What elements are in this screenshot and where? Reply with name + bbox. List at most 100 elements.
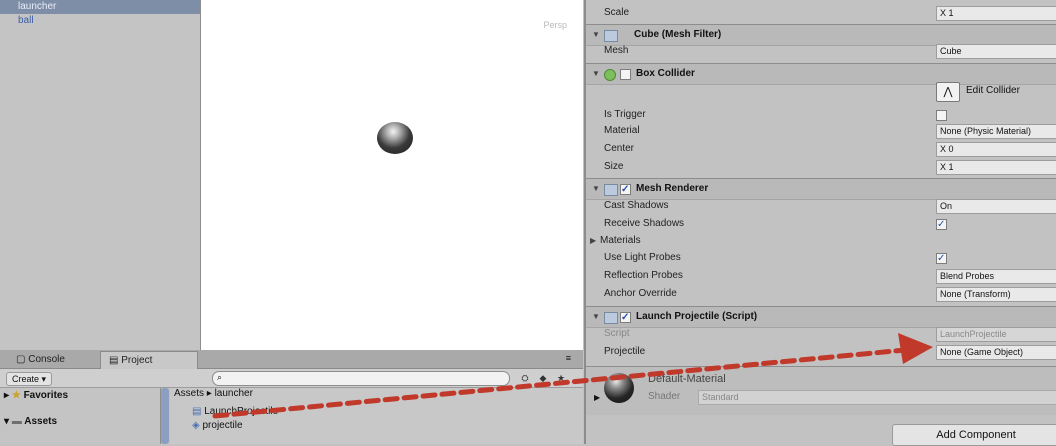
script-field: LaunchProjectile <box>936 327 1056 342</box>
anchor-override-field[interactable]: None (Transform) <box>936 287 1056 302</box>
filter-label-icon[interactable]: ◆ <box>536 372 550 384</box>
use-light-probes-label: Use Light Probes <box>604 252 681 263</box>
inspector-panel: Scale X 1 ▼ Cube (Mesh Filter) Mesh Cube… <box>584 0 1056 446</box>
scale-field[interactable]: X 1 <box>936 6 1056 21</box>
folder-icon: ▬ <box>11 416 22 427</box>
projectile-field[interactable]: None (Game Object) <box>936 345 1056 360</box>
material-section: ▶ Default-Material Shader Standard <box>586 366 1056 415</box>
mesh-row: Mesh Cube <box>586 42 1056 60</box>
reflection-probes-row: Reflection Probes Blend Probes <box>586 267 1056 285</box>
scene-persp-label[interactable]: Persp <box>543 20 567 30</box>
star-folder-icon: ★ <box>11 390 21 401</box>
project-icon: ▤ <box>109 355 119 366</box>
use-light-probes-checkbox[interactable] <box>936 250 947 268</box>
box-collider-enabled-checkbox[interactable] <box>620 69 631 80</box>
cast-shadows-dropdown[interactable]: On <box>936 199 1056 214</box>
use-light-probes-row: Use Light Probes <box>586 249 1056 268</box>
mesh-renderer-enabled-checkbox[interactable] <box>620 180 631 200</box>
scene-view[interactable]: Persp <box>201 0 583 350</box>
asset-launchprojectile-label: LaunchProjectile <box>204 406 279 417</box>
folder-scrollbar[interactable] <box>161 388 169 444</box>
anchor-override-row: Anchor Override None (Transform) <box>586 285 1056 303</box>
bottom-tab-bar: ▢ Console ▤ Project ≡ <box>0 350 583 369</box>
script-row: Script LaunchProjectile <box>586 325 1056 343</box>
foldout-icon[interactable]: ▼ <box>592 307 600 327</box>
projectile-row: Projectile None (Game Object) <box>586 343 1056 361</box>
reflection-probes-label: Reflection Probes <box>604 270 683 281</box>
asset-launchprojectile[interactable]: ▤ LaunchProjectile <box>192 406 278 417</box>
mesh-filter-icon <box>604 30 618 42</box>
foldout-icon[interactable]: ▼ <box>592 179 600 199</box>
material-name: Default-Material <box>648 373 726 385</box>
foldout-icon[interactable]: ▼ <box>592 64 600 84</box>
tab-console[interactable]: ▢ Console <box>8 351 73 368</box>
launch-projectile-enabled-checkbox[interactable] <box>620 308 631 328</box>
box-collider-title: Box Collider <box>636 68 695 79</box>
hierarchy-panel: launcher ball <box>0 0 201 350</box>
create-button[interactable]: Create ▾ <box>6 372 53 386</box>
edit-collider-control: ⋀ Edit Collider <box>936 82 1056 102</box>
scale-label: Scale <box>604 7 630 18</box>
receive-shadows-row: Receive Shadows <box>586 215 1056 234</box>
material-foldout-icon[interactable]: ▶ <box>594 393 600 402</box>
disclosure-triangle-icon[interactable]: ▾ <box>4 416 9 427</box>
project-toolbar: Create ▾ ⌕ ⛭ ◆ ★ <box>0 369 583 388</box>
edit-collider-button[interactable]: ⋀ <box>936 82 960 102</box>
hierarchy-item-launcher[interactable]: launcher <box>0 0 200 14</box>
favorite-star-icon[interactable]: ★ <box>554 372 568 384</box>
add-component-button[interactable]: Add Component <box>892 424 1056 446</box>
project-window: ▢ Console ▤ Project ≡ Create ▾ ⌕ ⛭ ◆ ★ ▸… <box>0 350 583 444</box>
project-search-input[interactable]: ⌕ <box>212 371 510 386</box>
breadcrumb[interactable]: Assets ▸ launcher <box>174 388 253 399</box>
center-row: Center X 0 <box>586 140 1056 158</box>
mesh-label: Mesh <box>604 45 629 56</box>
tab-project-label: Project <box>121 355 153 366</box>
materials-foldout-icon[interactable]: ▶ <box>590 232 596 250</box>
folder-favorites-label: Favorites <box>23 390 69 401</box>
projectile-label: Projectile <box>604 346 646 357</box>
shader-label: Shader <box>648 391 681 402</box>
is-trigger-checkbox[interactable] <box>936 110 947 121</box>
asset-projectile-label: projectile <box>202 420 243 431</box>
search-icon: ⌕ <box>217 372 223 382</box>
scale-row: Scale X 1 <box>586 4 1056 22</box>
mesh-renderer-title: Mesh Renderer <box>636 183 709 194</box>
prefab-icon: ◈ <box>192 420 200 431</box>
asset-projectile[interactable]: ◈ projectile <box>192 420 243 431</box>
disclosure-triangle-icon[interactable]: ▸ <box>4 390 9 401</box>
filter-type-icon[interactable]: ⛭ <box>518 372 532 384</box>
material-field[interactable]: None (Physic Material) <box>936 124 1056 139</box>
reflection-probes-dropdown[interactable]: Blend Probes <box>936 269 1056 284</box>
folder-assets[interactable]: ▾ ▬ Assets <box>0 414 160 430</box>
shader-dropdown[interactable]: Standard <box>698 390 1056 405</box>
cast-shadows-label: Cast Shadows <box>604 200 669 211</box>
materials-row[interactable]: ▶ Materials <box>586 232 1056 250</box>
material-label: Material <box>604 125 640 136</box>
material-row: Material None (Physic Material) <box>586 122 1056 140</box>
tab-console-label: Console <box>28 354 65 365</box>
hierarchy-item-ball[interactable]: ball <box>0 14 200 28</box>
script-component-icon <box>604 312 618 324</box>
folder-favorites[interactable]: ▸ ★ Favorites <box>0 388 160 404</box>
cast-shadows-row: Cast Shadows On <box>586 197 1056 215</box>
script-label: Script <box>604 328 630 339</box>
folder-assets-label: Assets <box>24 416 58 427</box>
launch-projectile-title: Launch Projectile (Script) <box>636 311 758 322</box>
size-label: Size <box>604 161 624 172</box>
materials-label: Materials <box>600 235 641 246</box>
edit-collider-label: Edit Collider <box>966 85 1020 96</box>
panel-menu-icon[interactable]: ≡ <box>566 353 571 363</box>
console-icon: ▢ <box>16 354 26 365</box>
mesh-field[interactable]: Cube <box>936 44 1056 59</box>
size-field[interactable]: X 1 <box>936 160 1056 175</box>
script-icon: ▤ <box>192 406 202 417</box>
collider-icon <box>604 69 616 81</box>
tab-project[interactable]: ▤ Project <box>100 351 198 369</box>
scene-sphere[interactable] <box>377 122 413 154</box>
project-folder-tree: ▸ ★ Favorites ▾ ▬ Assets <box>0 388 161 444</box>
center-field[interactable]: X 0 <box>936 142 1056 157</box>
mesh-renderer-icon <box>604 184 618 196</box>
receive-shadows-label: Receive Shadows <box>604 218 685 229</box>
material-preview-sphere <box>604 373 634 403</box>
receive-shadows-checkbox[interactable] <box>936 216 947 234</box>
